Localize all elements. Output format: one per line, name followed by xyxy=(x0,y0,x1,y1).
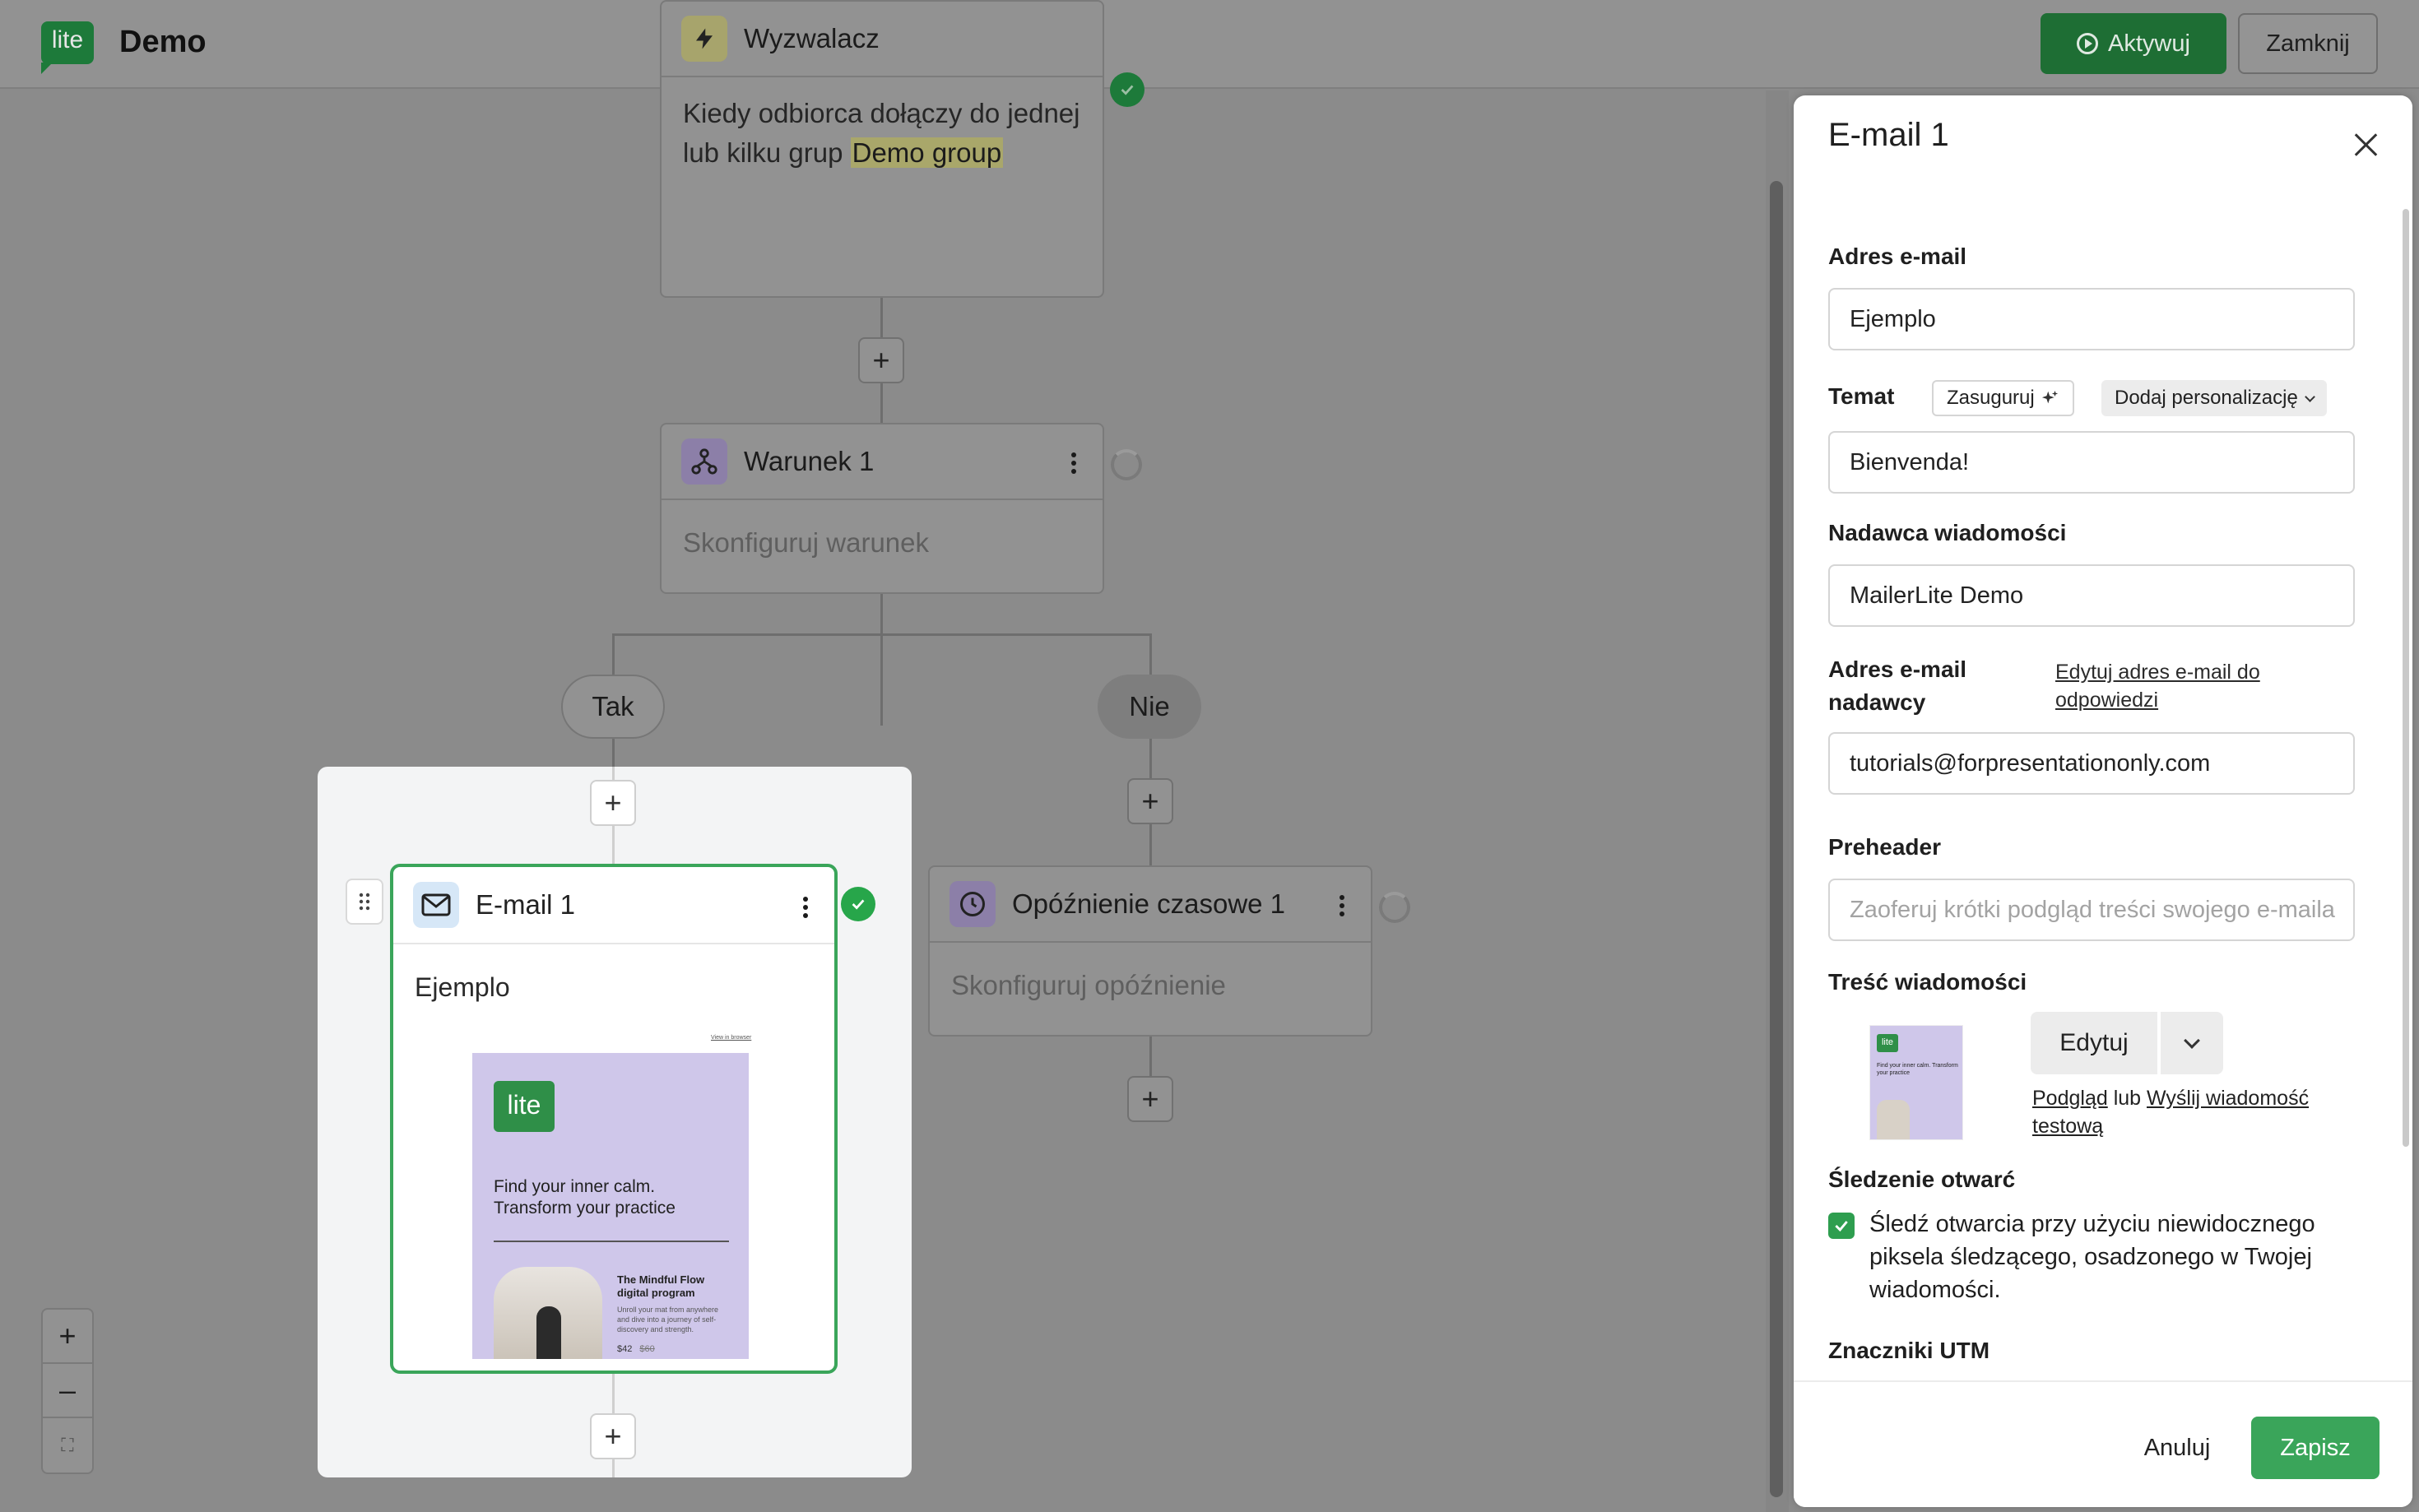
close-button[interactable]: Zamknij xyxy=(2238,13,2378,74)
canvas-scrollbar[interactable] xyxy=(1766,90,1789,1512)
delay-menu-icon[interactable] xyxy=(1340,895,1344,916)
delay-node-placeholder: Skonfiguruj opóźnienie xyxy=(951,970,1226,1000)
condition-status-pending-icon xyxy=(1111,449,1142,480)
or-text: lub xyxy=(2113,1087,2142,1110)
close-icon[interactable] xyxy=(2350,128,2383,161)
activate-label: Aktywuj xyxy=(2108,30,2190,57)
email-thumb-description: Unroll your mat from anywhere and dive i… xyxy=(617,1306,719,1333)
panel-footer: Anuluj Zapisz xyxy=(1794,1380,2412,1507)
email-address-label: Adres e-mail xyxy=(1828,243,1967,269)
preview-and-test-links: Podgląd lub Wyślij wiadomość testową xyxy=(2032,1084,2378,1140)
panel-title: E-mail 1 xyxy=(1828,117,1949,153)
bolt-icon xyxy=(681,16,727,62)
edit-content-dropdown[interactable] xyxy=(2161,1012,2223,1074)
add-step-button-no-branch[interactable]: + xyxy=(1127,778,1173,824)
preview-link[interactable]: Podgląd xyxy=(2032,1087,2108,1110)
personalization-label: Dodaj personalizację xyxy=(2115,387,2298,409)
add-personalization-dropdown[interactable]: Dodaj personalizację xyxy=(2101,380,2327,416)
content-thumb-text: Find your inner calm. Transform your pra… xyxy=(1877,1063,1958,1076)
play-circle-icon xyxy=(2077,33,2099,54)
branch-yes-label: Tak xyxy=(561,675,665,739)
suggest-button[interactable]: Zasuguruj xyxy=(1932,380,2074,416)
top-bar: lite Demo Aktywuj Zamknij xyxy=(0,0,2419,89)
content-preview-thumbnail[interactable]: lite Find your inner calm. Transform you… xyxy=(1869,1025,1963,1140)
email-thumb-logo: lite xyxy=(494,1081,555,1132)
email-status-ok-icon xyxy=(841,887,875,921)
sender-email-label: Adres e-mail nadawcy xyxy=(1828,656,1967,715)
panel-scrollbar[interactable] xyxy=(2403,206,2411,1456)
trigger-node-description: Kiedy odbiorca dołączy do jednej lub kil… xyxy=(662,77,1103,196)
utm-label: Znaczniki UTM xyxy=(1828,1338,1990,1363)
content-thumb-logo: lite xyxy=(1877,1034,1898,1052)
trigger-node[interactable]: Wyzwalacz Kiedy odbiorca dołączy do jedn… xyxy=(660,0,1104,298)
branch-icon xyxy=(681,438,727,485)
zoom-controls: + – ⛶ xyxy=(41,1308,94,1474)
mail-icon xyxy=(413,882,459,928)
sender-name-label: Nadawca wiadomości xyxy=(1828,520,2067,545)
edit-content-button[interactable]: Edytuj xyxy=(2031,1012,2157,1074)
open-tracking-label: Śledzenie otwarć xyxy=(1828,1166,2016,1192)
activate-button[interactable]: Aktywuj xyxy=(2041,13,2226,74)
clock-icon xyxy=(949,881,996,927)
chevron-down-icon xyxy=(2304,391,2315,402)
email-thumb-product: The Mindful Flow digital program xyxy=(617,1273,705,1299)
delay-node[interactable]: Opóźnienie czasowe 1 Skonfiguruj opóźnie… xyxy=(928,865,1372,1037)
subject-label: Temat xyxy=(1828,383,1895,409)
add-step-button[interactable]: + xyxy=(858,337,904,383)
email-node[interactable]: E-mail 1 Ejemplo View in browser lite Fi… xyxy=(390,864,838,1374)
condition-menu-icon[interactable] xyxy=(1071,452,1076,474)
add-step-button-after-delay[interactable]: + xyxy=(1127,1076,1173,1122)
branch-no-label: Nie xyxy=(1098,675,1201,739)
workflow-title: Demo xyxy=(119,25,207,59)
content-thumb-photo xyxy=(1877,1100,1910,1139)
email-name-input[interactable]: Ejemplo xyxy=(1828,288,2355,350)
email-node-header: E-mail 1 xyxy=(393,867,834,944)
cancel-button[interactable]: Anuluj xyxy=(2126,1417,2228,1479)
email-thumb-price: $42 $60 xyxy=(617,1344,655,1354)
save-button[interactable]: Zapisz xyxy=(2251,1417,2380,1479)
trigger-node-title: Wyzwalacz xyxy=(744,23,880,53)
delay-node-header: Opóźnienie czasowe 1 xyxy=(930,867,1371,943)
email-menu-icon[interactable] xyxy=(803,897,808,918)
add-step-before-email-button[interactable]: + xyxy=(590,780,636,826)
condition-node-title: Warunek 1 xyxy=(744,446,875,476)
sparkle-icon xyxy=(2041,390,2058,404)
edit-reply-to-link[interactable]: Edytuj adres e-mail do odpowiedzi xyxy=(2055,658,2260,714)
open-tracking-description: Śledź otwarcia przy użyciu niewidocznego… xyxy=(1869,1211,2315,1303)
email-node-subject: Ejemplo xyxy=(415,972,510,1002)
open-tracking-checkbox[interactable] xyxy=(1828,1213,1855,1239)
email-thumb-headline: Find your inner calm. Transform your pra… xyxy=(494,1177,676,1217)
app-logo: lite xyxy=(41,21,94,74)
trigger-status-ok-icon xyxy=(1110,72,1144,107)
checkmark-icon xyxy=(1835,1221,1848,1232)
zoom-out-button[interactable]: – xyxy=(43,1364,92,1418)
add-step-after-email-button[interactable]: + xyxy=(590,1413,636,1459)
email-node-title: E-mail 1 xyxy=(476,889,576,920)
preheader-label: Preheader xyxy=(1828,834,1941,860)
trigger-group-tag: Demo group xyxy=(850,137,1004,168)
sender-name-input[interactable]: MailerLite Demo xyxy=(1828,564,2355,627)
sender-email-input[interactable]: tutorials@forpresentationonly.com xyxy=(1828,732,2355,795)
subject-input[interactable]: Bienvenda! xyxy=(1828,431,2355,494)
delay-status-pending-icon xyxy=(1379,892,1410,923)
fit-view-button[interactable]: ⛶ xyxy=(43,1418,92,1473)
condition-node-placeholder: Skonfiguruj warunek xyxy=(683,527,929,558)
drag-handle-icon[interactable] xyxy=(346,879,383,925)
email-thumb-top-link: View in browser xyxy=(711,1035,752,1041)
email-thumb-photo xyxy=(494,1267,602,1359)
chevron-down-icon xyxy=(2184,1032,2200,1049)
content-label: Treść wiadomości xyxy=(1828,969,2027,995)
preheader-input[interactable]: Zaoferuj krótki podgląd treści swojego e… xyxy=(1828,879,2355,941)
delay-node-title: Opóźnienie czasowe 1 xyxy=(1012,888,1286,919)
suggest-label: Zasuguruj xyxy=(1947,387,2035,409)
trigger-node-header: Wyzwalacz xyxy=(662,2,1103,77)
condition-node[interactable]: Warunek 1 Skonfiguruj warunek xyxy=(660,423,1104,594)
email-settings-panel: E-mail 1 Adres e-mail Ejemplo Temat Zasu… xyxy=(1794,95,2412,1507)
condition-node-header: Warunek 1 xyxy=(662,424,1103,500)
email-preview-thumbnail[interactable]: lite Find your inner calm. Transform you… xyxy=(472,1053,749,1359)
zoom-in-button[interactable]: + xyxy=(43,1310,92,1364)
